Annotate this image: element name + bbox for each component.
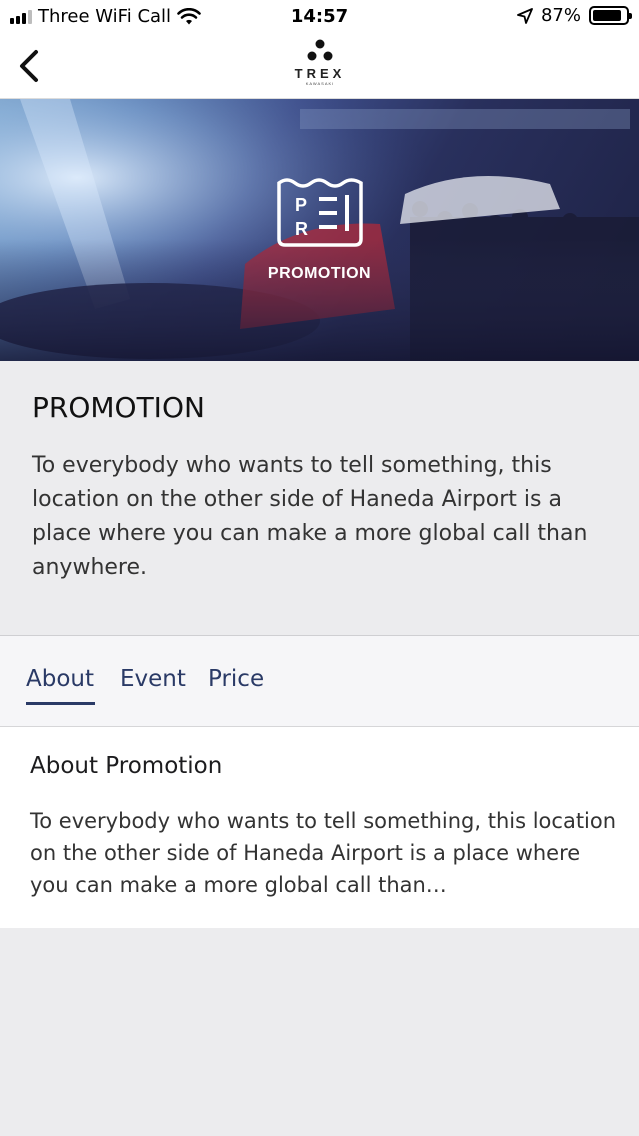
trex-logo: TREX KAWASAKI <box>280 38 360 94</box>
hero-label: PROMOTION <box>267 265 372 282</box>
badge-letter-p: P <box>295 195 307 215</box>
battery-percent: 87% <box>540 5 581 26</box>
tab-about[interactable]: About <box>26 666 94 692</box>
info-section: PROMOTION To everybody who wants to tell… <box>0 361 639 636</box>
battery-icon <box>589 6 632 25</box>
about-text[interactable]: To everybody who wants to tell something… <box>30 805 620 901</box>
about-title: About Promotion <box>30 753 223 779</box>
page-description: To everybody who wants to tell something… <box>32 453 588 580</box>
back-button[interactable] <box>14 46 48 86</box>
status-right: 87% <box>517 5 632 26</box>
logo-mark-icon <box>307 39 333 61</box>
page-title: PROMOTION <box>32 391 205 424</box>
screen: Three WiFi Call 14:57 87% TREX KAWASAKI … <box>0 0 639 1136</box>
status-bar: Three WiFi Call 14:57 87% <box>0 0 639 34</box>
logo-subtext: KAWASAKI <box>305 81 335 86</box>
location-arrow-icon <box>517 7 533 24</box>
tab-bar: About Event Price <box>0 636 639 727</box>
promotion-badge-icon: P R <box>277 178 363 247</box>
logo-text: TREX <box>294 66 346 81</box>
hero-banner: P R PROMOTION <box>0 99 639 361</box>
tab-price[interactable]: Price <box>208 666 264 692</box>
active-tab-indicator <box>26 702 95 705</box>
tab-event[interactable]: Event <box>120 666 186 692</box>
about-section: About Promotion To everybody who wants t… <box>0 727 639 928</box>
badge-letter-r: R <box>295 219 308 239</box>
chevron-left-icon <box>20 50 38 82</box>
nav-bar: TREX KAWASAKI <box>0 34 639 99</box>
